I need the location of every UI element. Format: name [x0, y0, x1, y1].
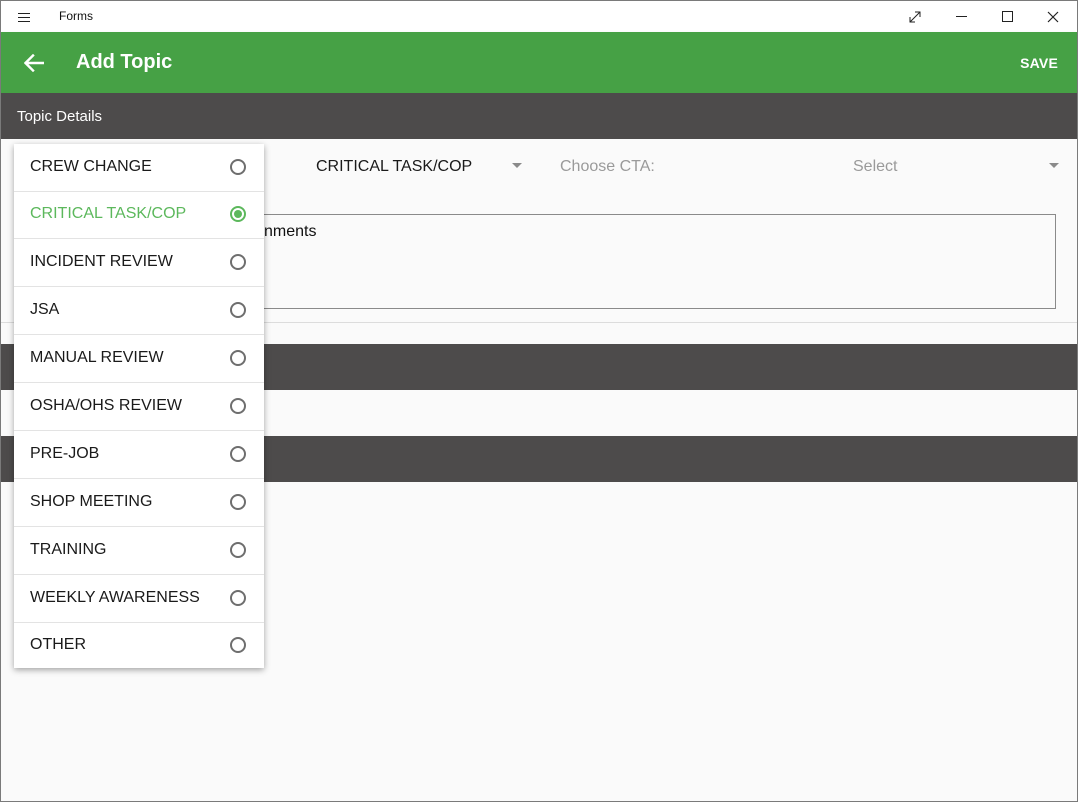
window-title: Forms: [59, 9, 93, 23]
radio-button[interactable]: [230, 398, 246, 414]
option-label: WEEKLY AWARENESS: [30, 589, 200, 606]
radio-button[interactable]: [230, 350, 246, 366]
minimize-icon[interactable]: [938, 1, 984, 32]
dropdown-option-training[interactable]: TRAINING: [14, 527, 264, 575]
hamburger-icon[interactable]: [11, 6, 37, 28]
dropdown-option-pre-job[interactable]: PRE-JOB: [14, 431, 264, 479]
arrow-left-icon[interactable]: [19, 48, 49, 78]
expand-icon[interactable]: [892, 1, 938, 32]
cta-label: Choose CTA:: [560, 158, 655, 175]
dropdown-option-crew-change[interactable]: CREW CHANGE: [14, 144, 264, 192]
maximize-icon[interactable]: [984, 1, 1030, 32]
dropdown-option-jsa[interactable]: JSA: [14, 287, 264, 335]
caret-down-icon: [1049, 163, 1059, 168]
option-label: INCIDENT REVIEW: [30, 253, 173, 270]
dropdown-option-weekly-awareness[interactable]: WEEKLY AWARENESS: [14, 575, 264, 623]
comments-field[interactable]: nments: [251, 214, 1056, 309]
radio-button[interactable]: [230, 159, 246, 175]
radio-button[interactable]: [230, 254, 246, 270]
radio-button[interactable]: [230, 446, 246, 462]
option-label: OSHA/OHS REVIEW: [30, 397, 183, 414]
topic-details-header: Topic Details: [1, 93, 1077, 139]
close-icon[interactable]: [1030, 1, 1076, 32]
dropdown-option-incident-review[interactable]: INCIDENT REVIEW: [14, 239, 264, 287]
caret-down-icon: [512, 163, 522, 168]
section-title: Topic Details: [17, 108, 103, 125]
topic-type-dropdown: CREW CHANGE CRITICAL TASK/COP INCIDENT R…: [14, 144, 264, 668]
dropdown-option-other[interactable]: OTHER: [14, 622, 264, 670]
option-label: CREW CHANGE: [30, 158, 152, 175]
comments-text: nments: [264, 223, 317, 240]
option-label: SHOP MEETING: [30, 493, 153, 510]
save-button[interactable]: SAVE: [1020, 55, 1058, 71]
radio-button[interactable]: [230, 542, 246, 558]
radio-button[interactable]: [230, 494, 246, 510]
option-label: CRITICAL TASK/COP: [30, 205, 187, 222]
dropdown-option-osha-ohs-review[interactable]: OSHA/OHS REVIEW: [14, 383, 264, 431]
option-label: PRE-JOB: [30, 445, 100, 462]
option-label: OTHER: [30, 636, 86, 653]
app-window: Forms Add Topic SAVE Topic Details CRITI…: [0, 0, 1078, 802]
cta-value: Select: [853, 158, 898, 175]
dropdown-option-shop-meeting[interactable]: SHOP MEETING: [14, 479, 264, 527]
app-bar: Add Topic SAVE: [1, 32, 1077, 93]
topic-type-value: CRITICAL TASK/COP: [316, 158, 473, 175]
title-bar: Forms: [1, 1, 1077, 32]
dropdown-option-critical-task-cop[interactable]: CRITICAL TASK/COP: [14, 191, 264, 239]
radio-button[interactable]: [230, 590, 246, 606]
radio-button[interactable]: [230, 206, 246, 222]
option-label: JSA: [30, 301, 60, 318]
dropdown-option-manual-review[interactable]: MANUAL REVIEW: [14, 335, 264, 383]
option-label: MANUAL REVIEW: [30, 349, 164, 366]
radio-button[interactable]: [230, 302, 246, 318]
page-title: Add Topic: [76, 51, 173, 73]
option-label: TRAINING: [30, 541, 107, 558]
radio-button[interactable]: [230, 637, 246, 653]
cta-picker[interactable]: Select: [853, 158, 1063, 180]
topic-type-picker[interactable]: CRITICAL TASK/COP: [316, 158, 526, 180]
